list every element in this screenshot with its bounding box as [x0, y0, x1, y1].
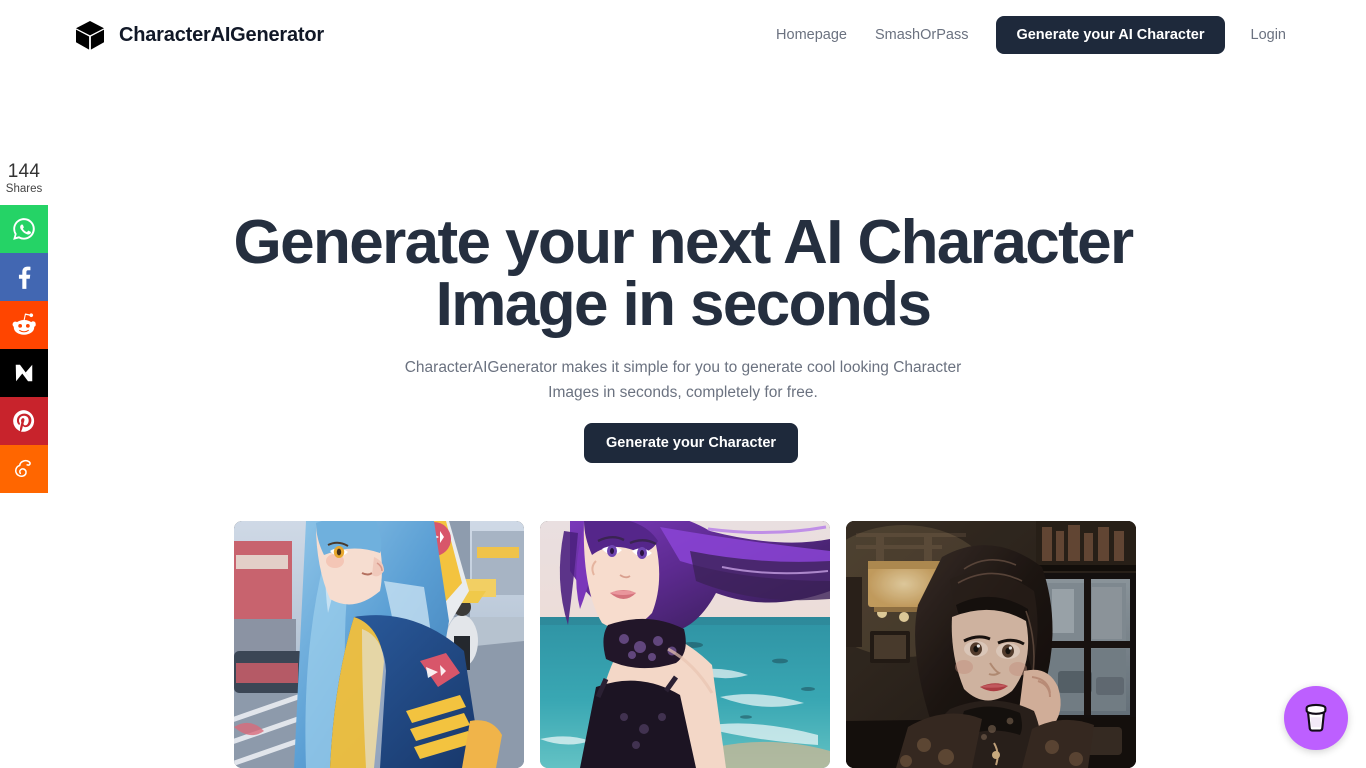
share-button-whatsapp[interactable]	[0, 204, 48, 253]
cube-icon	[74, 19, 106, 51]
nav-link-login[interactable]: Login	[1237, 27, 1300, 43]
facebook-icon	[11, 264, 37, 290]
share-count-label: Shares	[5, 183, 43, 195]
x-twitter-icon	[13, 362, 35, 384]
main-navigation: Homepage SmashOrPass Generate your AI Ch…	[762, 16, 1300, 54]
page-title: Generate your next AI Character Image in…	[233, 208, 1134, 339]
character-card-2[interactable]	[540, 521, 830, 768]
character-card-1[interactable]	[234, 521, 524, 768]
mix-icon	[11, 456, 37, 482]
character-gallery	[234, 521, 1136, 768]
share-button-reddit[interactable]	[0, 300, 48, 349]
coffee-cup-icon	[1299, 700, 1333, 737]
whatsapp-icon	[11, 216, 37, 242]
hero-subtitle: CharacterAIGenerator makes it simple for…	[404, 359, 962, 401]
site-header: CharacterAIGenerator Homepage SmashOrPas…	[0, 0, 1366, 70]
brand-logo[interactable]: CharacterAIGenerator	[74, 19, 324, 51]
generate-character-button[interactable]: Generate your Character	[584, 423, 799, 463]
share-count-number: 144	[7, 161, 41, 182]
social-share-rail: 144 Shares	[0, 162, 48, 493]
character-card-3[interactable]	[846, 521, 1136, 768]
share-button-pinterest[interactable]	[0, 396, 48, 445]
reddit-icon	[10, 311, 38, 339]
nav-link-homepage[interactable]: Homepage	[762, 27, 861, 43]
share-button-mix[interactable]	[0, 444, 48, 493]
generate-ai-character-button[interactable]: Generate your AI Character	[996, 16, 1225, 54]
buy-me-a-coffee-button[interactable]	[1284, 686, 1348, 750]
nav-link-smashorpass[interactable]: SmashOrPass	[861, 27, 982, 43]
share-button-facebook[interactable]	[0, 252, 48, 301]
pinterest-icon	[11, 408, 37, 434]
share-button-x[interactable]	[0, 348, 48, 397]
brand-name: CharacterAIGenerator	[119, 23, 324, 46]
share-count: 144 Shares	[6, 162, 42, 196]
